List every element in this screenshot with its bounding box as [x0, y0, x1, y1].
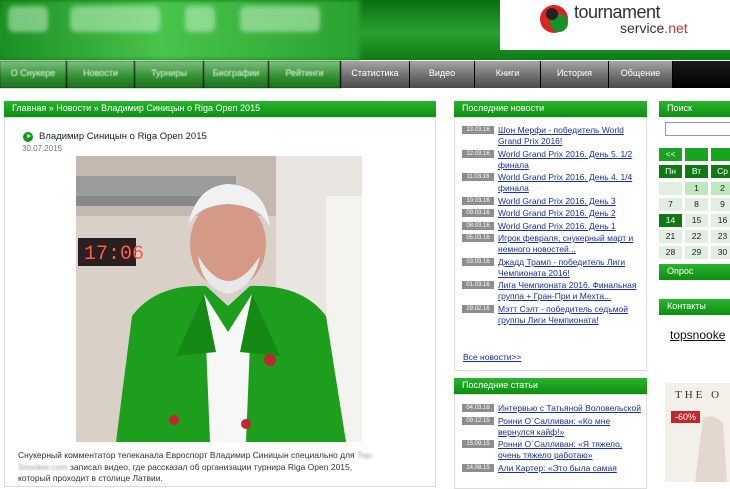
calendar-day[interactable]: 2 — [711, 182, 730, 195]
site-header: tournament service.net — [0, 0, 730, 60]
calendar-day[interactable]: 7 — [659, 198, 682, 211]
date-badge: 15.09.15 — [462, 440, 494, 448]
list-item: 09.03.16 World Grand Prix 2016. День 2 — [462, 208, 642, 219]
ad-banner[interactable]: THE O -60% — [665, 383, 730, 482]
news-link[interactable]: World Grand Prix 2016. День 1 — [498, 221, 616, 232]
list-item: 13.03.16 Шон Мерфи - победитель World Gra… — [462, 125, 642, 147]
search-input[interactable] — [665, 122, 730, 136]
nav-item[interactable]: О Снукере — [0, 61, 67, 88]
calendar-day — [659, 182, 682, 195]
breadcrumb: Главная » Новости » Владимир Синицын о R… — [4, 101, 436, 117]
news-link[interactable]: World Grand Prix 2016. День 3 — [498, 196, 616, 207]
news-link[interactable]: Ронни О`Салливан: «Я тяжело, очень тяжел… — [498, 439, 642, 461]
date-badge: 11.03.16 — [462, 173, 494, 181]
list-item: 15.09.15 Ронни О`Салливан: «Я тяжело, оче… — [462, 439, 642, 461]
calendar-day[interactable]: 28 — [659, 246, 682, 259]
article-date: 30.07.2015 — [22, 144, 63, 153]
calendar-day[interactable]: 8 — [685, 198, 708, 211]
news-link[interactable]: World Grand Prix 2016. День 2 — [498, 208, 616, 219]
calendar-day[interactable]: 30 — [711, 246, 730, 259]
list-item: 10.03.16 World Grand Prix 2016. День 3 — [462, 196, 642, 207]
nav-item[interactable]: Биографии — [204, 61, 269, 88]
nav-item[interactable]: Видео — [410, 61, 475, 88]
breadcrumb-home[interactable]: Главная — [12, 103, 46, 113]
calendar-day[interactable]: 1 — [685, 182, 708, 195]
nav-item[interactable]: Турниры — [135, 61, 204, 88]
latest-news-header: Последние новости — [454, 101, 647, 117]
calendar-bar — [711, 148, 730, 161]
banner-line2: service.net — [620, 20, 688, 36]
list-item: 08.03.16 World Grand Prix 2016. День 1 — [462, 221, 642, 232]
date-badge: 29.02.16 — [462, 304, 494, 313]
news-link[interactable]: Игрок февраля, снукерный март и немного … — [498, 233, 642, 255]
calendar-day[interactable]: 15 — [685, 214, 708, 227]
news-link[interactable]: World Grand Prix 2016. День 5. 1/2 финал… — [498, 149, 642, 171]
news-link[interactable]: Ронни О`Салливан: «Ко мне вернулся кайф!… — [498, 416, 642, 438]
news-link[interactable]: Али Картер: «Это была самая — [498, 463, 617, 474]
contacts-link[interactable]: topsnooke — [670, 328, 725, 342]
date-badge: 05.03.16 — [462, 234, 494, 242]
date-badge: 01.03.16 — [462, 281, 494, 289]
nav-item[interactable]: Общение — [609, 61, 673, 88]
site-logo[interactable] — [0, 0, 360, 60]
article-photo[interactable]: 17:06 — [76, 156, 362, 442]
calendar-bar — [685, 148, 708, 161]
tournament-service-banner[interactable]: tournament service.net — [500, 0, 730, 50]
article-title: Владимир Синицын о Riga Open 2015 — [23, 131, 207, 142]
news-link[interactable]: World Grand Prix 2016. День 4. 1/4 финал… — [498, 172, 642, 194]
svg-text:17:06: 17:06 — [84, 243, 144, 266]
nav-item[interactable]: Новости — [67, 61, 135, 88]
date-badge: 08.03.16 — [462, 221, 494, 230]
latest-articles-list: 04.03.16 Интервью с Татьяной Воловельской… — [462, 403, 642, 475]
all-news-link[interactable]: Все новости>> — [463, 352, 521, 362]
list-item: 12.03.16 World Grand Prix 2016. День 5. 1… — [462, 149, 642, 171]
list-item: 04.03.16 Интервью с Татьяной Воловельской — [462, 403, 642, 414]
news-link[interactable]: Шон Мерфи - победитель World Grand Prix … — [498, 125, 642, 147]
list-item: 09.12.15 Ронни О`Салливан: «Ко мне вернул… — [462, 416, 642, 438]
calendar-weekday: Ср — [711, 165, 730, 178]
calendar-day[interactable]: 14 — [659, 214, 682, 227]
list-item: 29.02.16 Мэтт Сэлт - победитель седьмой г… — [462, 304, 642, 326]
latest-news-list: 13.03.16 Шон Мерфи - победитель World Gra… — [462, 125, 642, 327]
calendar-weekday: Вт — [685, 165, 708, 178]
date-badge: 09.03.16 — [462, 209, 494, 217]
latest-articles-header: Последние статьи — [454, 378, 647, 394]
calendar-day[interactable]: 9 — [711, 198, 730, 211]
breadcrumb-news[interactable]: Новости — [56, 103, 91, 113]
nav-item[interactable]: Книги — [475, 61, 541, 88]
date-badge: 13.03.16 — [462, 126, 494, 134]
news-link[interactable]: Джадд Трамп - победитель Лиги Чемпионата… — [498, 257, 642, 279]
breadcrumb-current[interactable]: Владимир Синицын о Riga Open 2015 — [101, 103, 260, 113]
date-badge: 12.03.16 — [462, 149, 494, 158]
list-item: 11.03.16 World Grand Prix 2016. День 4. 1… — [462, 172, 642, 194]
date-badge: 14.08.15 — [462, 463, 494, 472]
play-icon[interactable] — [23, 131, 33, 142]
calendar-day[interactable]: 29 — [685, 246, 708, 259]
calendar-weekday: Пн — [659, 165, 682, 178]
calendar-day[interactable]: 16 — [711, 214, 730, 227]
nav-item[interactable]: История — [541, 61, 609, 88]
date-badge: 10.03.16 — [462, 196, 494, 205]
news-link[interactable]: Лига Чемпионата 2016. Финальная группа +… — [498, 280, 642, 302]
date-badge: 09.12.15 — [462, 416, 494, 425]
list-item: 14.08.15 Али Картер: «Это была самая — [462, 463, 642, 474]
search-header: Поиск — [659, 101, 730, 117]
calendar-day[interactable]: 22 — [685, 230, 708, 243]
main-nav: О Снукере Новости Турниры Биографии Рейтинги… — [0, 61, 730, 88]
nav-item[interactable]: Рейтинги — [269, 61, 341, 88]
poll-header: Опрос — [659, 264, 730, 280]
date-badge: 03.03.16 — [462, 257, 494, 266]
list-item: 03.03.16 Джадд Трамп - победитель Лиги Че… — [462, 257, 642, 279]
article-text: Снукерный комментатор телеканала Евроспо… — [18, 450, 374, 483]
calendar-prev-button[interactable]: << — [659, 148, 682, 161]
news-link[interactable]: Мэтт Сэлт - победитель седьмой группы Ли… — [498, 304, 642, 326]
calendar-day[interactable]: 21 — [659, 230, 682, 243]
calendar-day[interactable]: 23 — [711, 230, 730, 243]
contacts-header: Контакты — [659, 299, 730, 315]
news-link[interactable]: Интервью с Татьяной Воловельской — [498, 403, 641, 414]
list-item: 05.03.16 Игрок февраля, снукерный март и … — [462, 233, 642, 255]
list-item: 01.03.16 Лига Чемпионата 2016. Финальная … — [462, 280, 642, 302]
date-badge: 04.03.16 — [462, 404, 494, 412]
nav-item[interactable]: Статистика — [341, 61, 410, 88]
